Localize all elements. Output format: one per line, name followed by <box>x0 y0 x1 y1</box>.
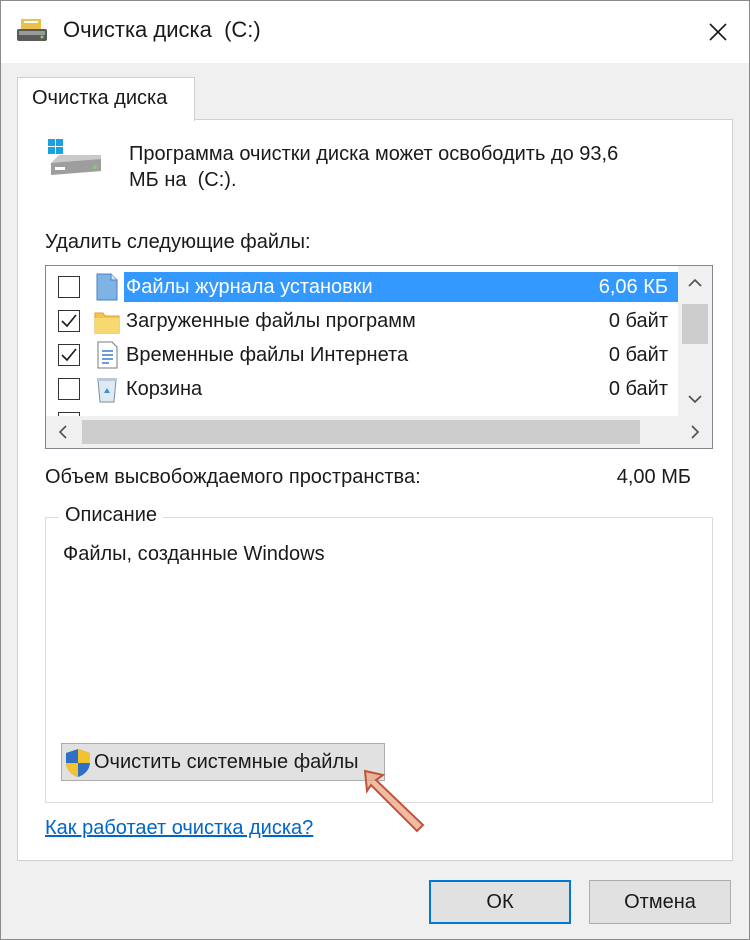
scroll-up-button[interactable] <box>678 266 712 300</box>
checkbox[interactable] <box>58 276 80 298</box>
freed-space-value: 4,00 МБ <box>616 466 691 488</box>
description-text: Файлы, созданные Windows <box>63 543 325 565</box>
list-item[interactable]: Корзина 0 байт <box>46 372 678 406</box>
list-item[interactable]: Загруженные файлы программ 0 байт <box>46 304 678 338</box>
scroll-right-button[interactable] <box>678 416 712 448</box>
list-item[interactable]: Временные файлы Интернета 0 байт <box>46 338 678 372</box>
log-file-icon <box>96 273 118 301</box>
scroll-left-button[interactable] <box>46 416 80 448</box>
close-button[interactable] <box>687 1 749 63</box>
list-item-size: 0 байт <box>608 378 668 400</box>
checkmark-icon <box>61 314 77 328</box>
list-item-text: Корзина 0 байт <box>124 374 678 404</box>
checkbox[interactable] <box>58 344 80 366</box>
cancel-button[interactable]: Отмена <box>589 880 731 924</box>
clean-system-files-label: Очистить системные файлы <box>94 751 359 773</box>
list-item-size: 0 байт <box>608 344 668 366</box>
chevron-left-icon <box>58 425 67 439</box>
vertical-scrollbar[interactable] <box>678 266 712 416</box>
tab-disk-cleanup[interactable]: Очистка диска <box>17 77 195 121</box>
window-title: Очистка диска (C:) <box>63 17 261 42</box>
list-item-text: Загруженные файлы программ 0 байт <box>124 306 678 336</box>
title-bar: Очистка диска (C:) <box>1 1 749 63</box>
disk-cleanup-window: Очистка диска (C:) Очистка диска Програм… <box>0 0 750 940</box>
list-item-name: Файлы журнала установки <box>126 276 373 298</box>
list-item-selection: Файлы журнала установки 6,06 КБ <box>124 272 678 302</box>
checkmark-icon <box>61 348 77 362</box>
list-item-size: 0 байт <box>608 310 668 332</box>
list-item-size: 6,06 КБ <box>598 276 668 298</box>
scroll-down-button[interactable] <box>678 382 712 416</box>
intro-text: Программа очистки диска может освободить… <box>129 141 709 193</box>
intro-line-2: МБ на (C:). <box>129 169 237 191</box>
horizontal-scrollbar[interactable] <box>46 416 712 448</box>
ok-button[interactable]: ОК <box>429 880 571 924</box>
list-item[interactable]: Файлы журнала установки 6,06 КБ <box>46 270 678 304</box>
list-item-name: Корзина <box>126 378 203 400</box>
checkbox[interactable] <box>58 378 80 400</box>
document-icon <box>97 341 118 369</box>
files-list[interactable]: Файлы журнала установки 6,06 КБ Загружен… <box>45 265 713 449</box>
checkbox[interactable] <box>58 310 80 332</box>
freed-space-label: Объем высвобождаемого пространства: <box>45 466 421 488</box>
horizontal-scroll-thumb[interactable] <box>82 420 640 444</box>
close-icon <box>709 23 727 41</box>
pointer-arrow-icon <box>363 769 425 833</box>
how-disk-cleanup-works-link[interactable]: Как работает очистка диска? <box>45 817 313 840</box>
disk-cleanup-icon <box>17 19 47 41</box>
list-item-name: Временные файлы Интернета <box>126 344 409 366</box>
recycle-bin-icon <box>97 378 117 403</box>
list-item-name: Загруженные файлы программ <box>126 310 416 332</box>
folder-icon <box>94 312 120 334</box>
uac-shield-icon <box>66 749 90 777</box>
chevron-down-icon <box>688 395 702 404</box>
chevron-up-icon <box>688 278 702 287</box>
clean-system-files-button[interactable]: Очистить системные файлы <box>61 743 385 781</box>
list-item-text: Временные файлы Интернета 0 байт <box>124 340 678 370</box>
chevron-right-icon <box>691 425 700 439</box>
intro-line-1: Программа очистки диска может освободить… <box>129 143 619 165</box>
vertical-scroll-thumb[interactable] <box>682 304 708 344</box>
files-to-delete-label: Удалить следующие файлы: <box>45 231 311 253</box>
description-legend: Описание <box>59 504 164 527</box>
hard-drive-icon <box>48 139 101 175</box>
